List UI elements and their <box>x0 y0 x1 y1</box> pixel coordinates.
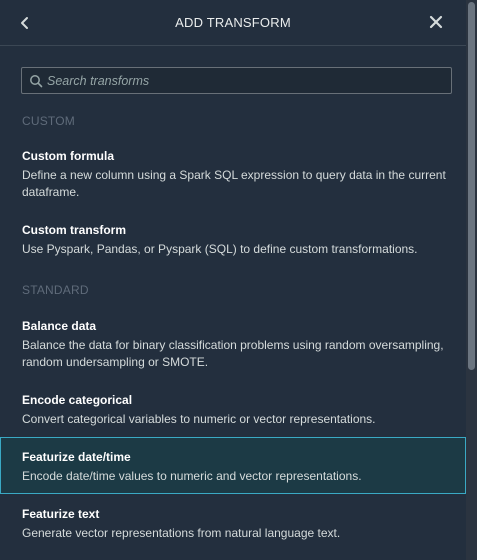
close-button[interactable] <box>428 14 444 30</box>
transform-item-title: Custom transform <box>22 223 127 237</box>
section-label-standard: STANDARD <box>22 283 89 297</box>
section-label-custom: CUSTOM <box>22 114 75 128</box>
transform-item-description: Encode date/time values to numeric and v… <box>22 469 362 483</box>
transform-item-description: Use Pyspark, Pandas, or Pyspark (SQL) to… <box>22 242 418 256</box>
transform-item-balance-data[interactable]: Balance data Balance the data for binary… <box>0 318 466 371</box>
add-transform-panel: ADD TRANSFORM CUSTOM Custom formula Defi… <box>0 0 466 560</box>
transform-item-description: Generate vector representations from nat… <box>22 526 341 540</box>
close-icon <box>429 15 443 29</box>
transform-item-featurize-datetime[interactable]: Featurize date/time Encode date/time val… <box>0 437 466 494</box>
transform-item-description: Convert categorical variables to numeric… <box>22 412 376 426</box>
search-input[interactable] <box>47 68 442 93</box>
search-icon <box>30 75 43 88</box>
transform-item-description: Balance the data for binary classificati… <box>22 338 444 369</box>
transform-item-custom-formula[interactable]: Custom formula Define a new column using… <box>0 148 466 201</box>
transform-item-title: Encode categorical <box>22 393 133 407</box>
transform-item-title: Custom formula <box>22 149 115 163</box>
transform-item-description: Define a new column using a Spark SQL ex… <box>22 168 446 199</box>
transform-item-featurize-text[interactable]: Featurize text Generate vector represent… <box>0 506 466 542</box>
transform-item-custom-transform[interactable]: Custom transform Use Pyspark, Pandas, or… <box>0 222 466 258</box>
transform-item-title: Featurize text <box>22 507 100 521</box>
transform-item-title: Featurize date/time <box>22 450 131 464</box>
transform-item-encode-categorical[interactable]: Encode categorical Convert categorical v… <box>0 392 466 428</box>
scrollbar[interactable] <box>466 0 477 560</box>
search-box[interactable] <box>21 67 452 94</box>
page-title: ADD TRANSFORM <box>175 15 291 30</box>
scrollbar-thumb[interactable] <box>468 2 475 370</box>
panel-header: ADD TRANSFORM <box>0 0 466 46</box>
transform-item-title: Balance data <box>22 319 97 333</box>
